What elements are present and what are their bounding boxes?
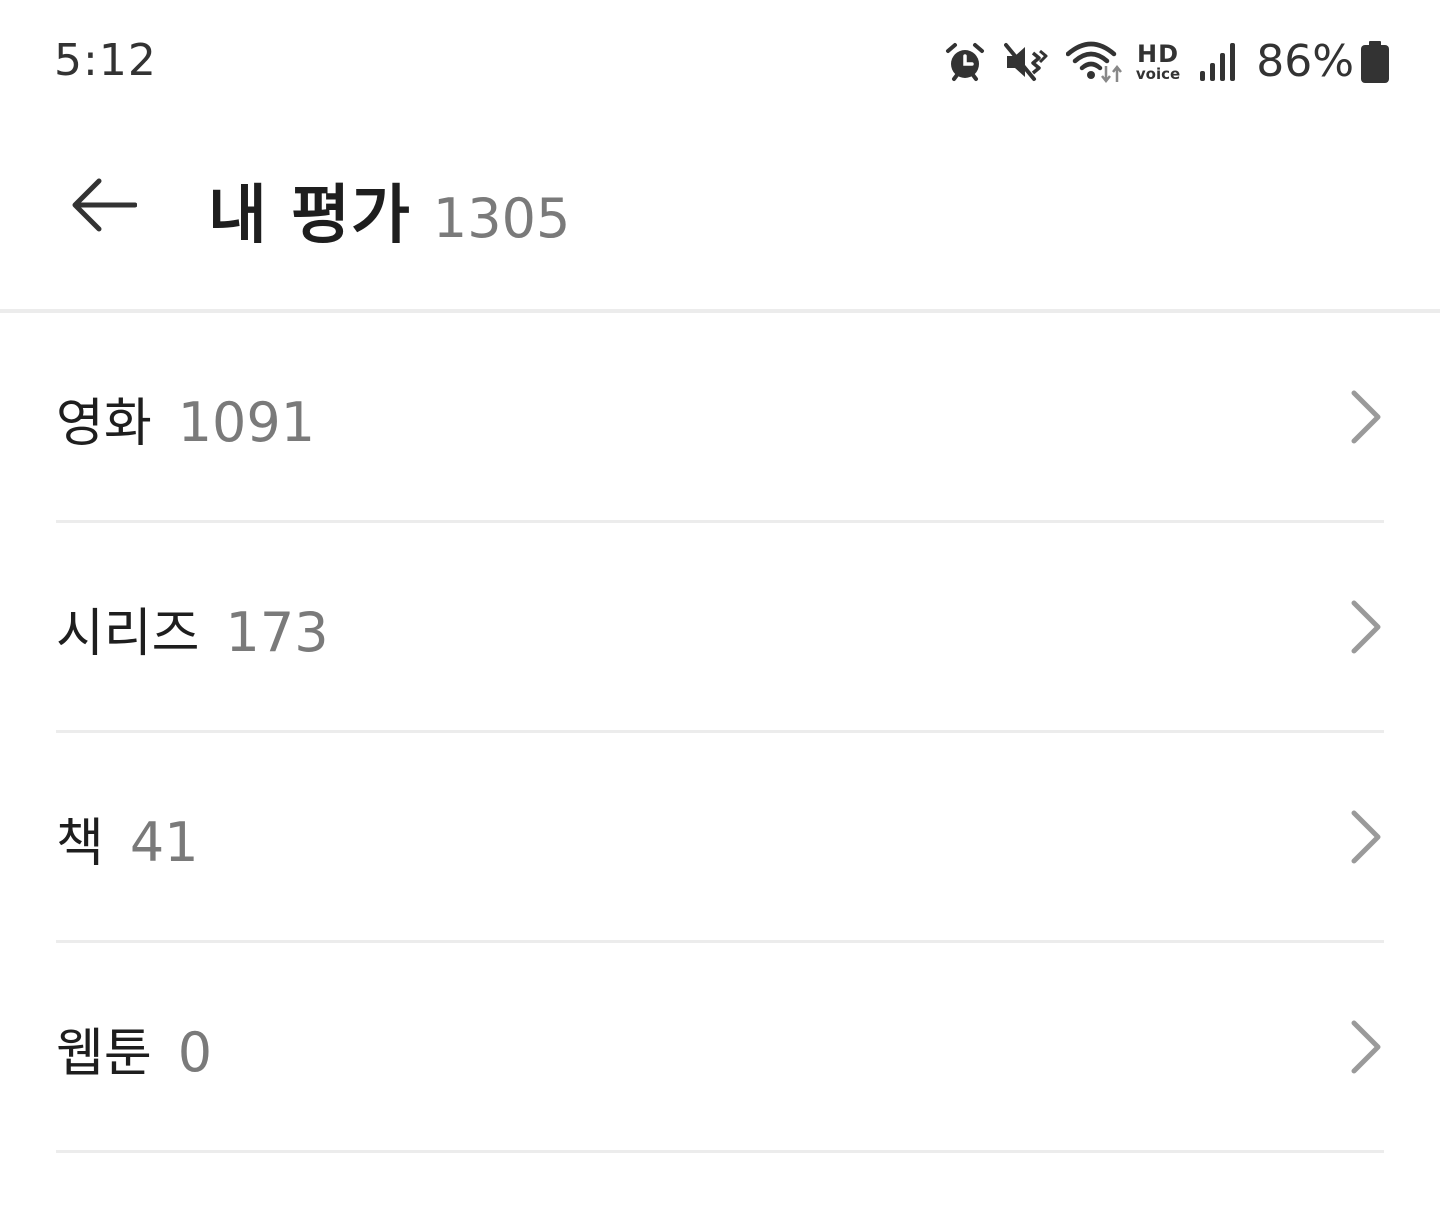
alarm-icon xyxy=(944,41,986,83)
arrow-left-icon xyxy=(72,178,137,232)
category-row-webtoons[interactable]: 웹툰 0 xyxy=(0,943,1440,1153)
category-name: 영화 xyxy=(56,394,152,454)
rating-category-list: 영화 1091 시리즈 173 책 41 웹툰 0 xyxy=(0,313,1440,1153)
category-row-movies[interactable]: 영화 1091 xyxy=(0,313,1440,523)
page-title: 내 평가 1305 xyxy=(208,164,570,254)
category-count: 41 xyxy=(129,811,199,874)
category-name: 웹툰 xyxy=(56,1024,152,1084)
battery-icon xyxy=(1360,40,1390,84)
hd-voice-icon: HD voice xyxy=(1136,42,1180,82)
category-row-series[interactable]: 시리즈 173 xyxy=(0,523,1440,733)
category-name: 시리즈 xyxy=(56,604,200,664)
chevron-right-icon xyxy=(1351,1020,1381,1074)
row-label: 책 41 xyxy=(56,801,199,881)
chevron-right-icon xyxy=(1351,390,1381,444)
status-time: 5:12 xyxy=(54,35,157,86)
category-row-books[interactable]: 책 41 xyxy=(0,733,1440,943)
total-count: 1305 xyxy=(432,187,571,250)
category-count: 1091 xyxy=(177,391,316,454)
status-bar: 5:12 HD voice 86% xyxy=(0,0,1440,120)
row-divider xyxy=(56,1150,1384,1153)
chevron-right-icon xyxy=(1351,600,1381,654)
mute-icon xyxy=(1003,41,1048,83)
battery-percent: 86% xyxy=(1256,36,1354,87)
signal-icon xyxy=(1198,41,1238,83)
hd-label: HD xyxy=(1137,40,1180,68)
row-label: 영화 1091 xyxy=(56,381,315,461)
wifi-icon xyxy=(1065,40,1124,84)
page-title-text: 내 평가 xyxy=(208,179,411,253)
row-label: 웹툰 0 xyxy=(56,1011,212,1091)
category-name: 책 xyxy=(56,814,104,874)
voice-label: voice xyxy=(1135,65,1181,83)
back-button[interactable] xyxy=(62,170,146,240)
status-icons: HD voice 86% xyxy=(926,34,1390,90)
app-header: 내 평가 1305 xyxy=(0,120,1440,310)
category-count: 173 xyxy=(225,601,329,664)
category-count: 0 xyxy=(177,1021,213,1084)
chevron-right-icon xyxy=(1351,810,1381,864)
row-label: 시리즈 173 xyxy=(56,591,329,671)
